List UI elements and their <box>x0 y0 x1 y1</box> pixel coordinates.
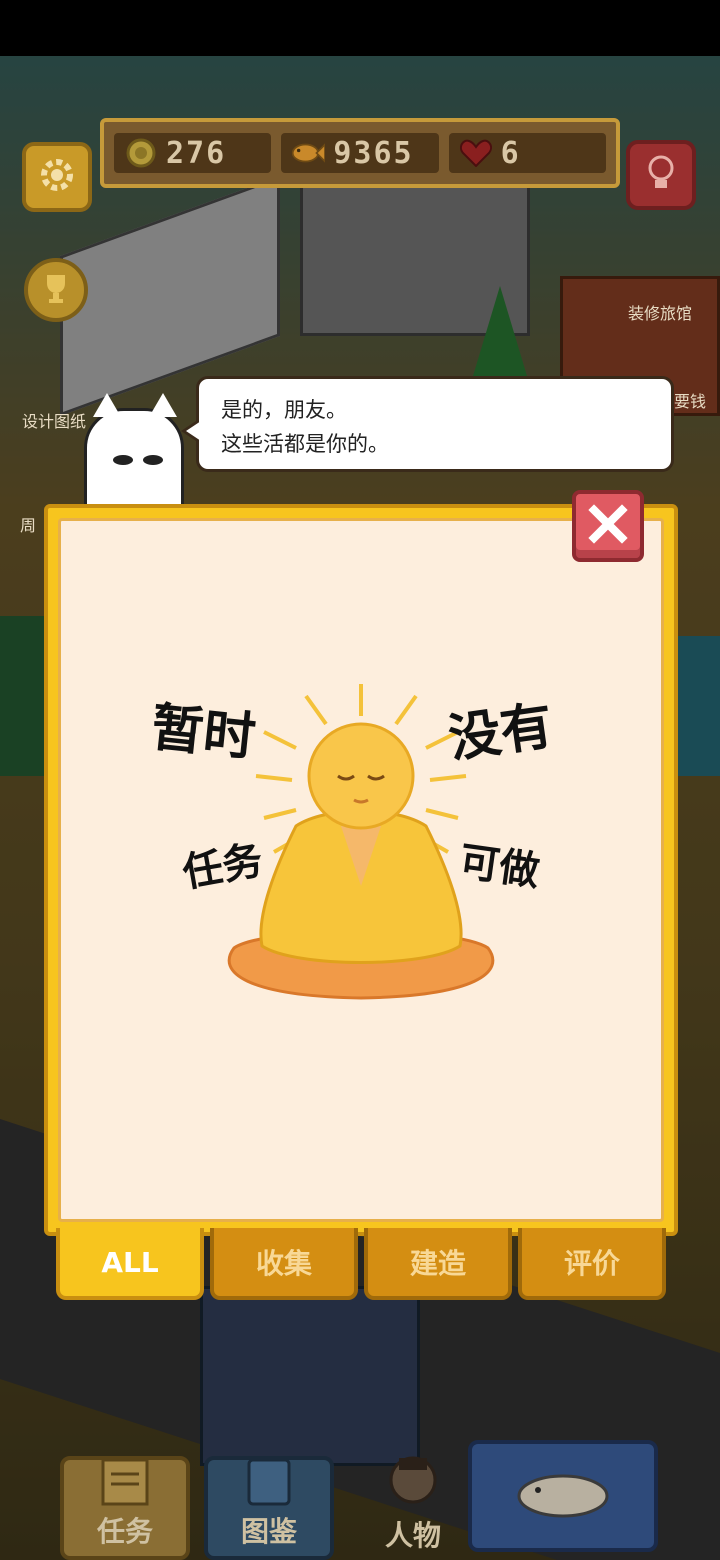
person-icon <box>383 1454 443 1514</box>
dialog-line-1: 是的，朋友。 <box>221 398 347 422</box>
dialog-line-2: 这些活都是你的。 <box>221 432 389 456</box>
close-button[interactable] <box>572 490 644 562</box>
nav-characters-label: 人物 <box>384 1519 441 1552</box>
empty-text-word-4: 可做 <box>456 837 543 896</box>
close-icon <box>588 504 628 548</box>
clipboard-icon <box>95 1456 155 1510</box>
week-label[interactable]: 周 <box>20 512 36 536</box>
hint-button[interactable] <box>626 140 696 210</box>
trophy-button[interactable] <box>24 258 88 322</box>
coins-value: 276 <box>166 135 227 171</box>
resource-bar: 276 9365 6 <box>100 118 620 188</box>
tab-build[interactable]: 建造 <box>364 1228 512 1300</box>
tab-all[interactable]: ALL <box>56 1228 204 1300</box>
tab-rating[interactable]: 评价 <box>518 1228 666 1300</box>
decorate-hotel-label[interactable]: 装修旅馆 <box>628 300 692 324</box>
book-icon <box>239 1456 299 1510</box>
nav-collection[interactable]: 图鉴 <box>204 1456 334 1560</box>
trophy-icon <box>39 271 73 309</box>
hearts-value: 6 <box>500 135 521 171</box>
tab-collect[interactable]: 收集 <box>210 1228 358 1300</box>
nav-characters[interactable]: 人物 <box>348 1456 478 1560</box>
hearts-counter: 6 <box>448 133 606 173</box>
featured-seal-button[interactable] <box>468 1440 658 1552</box>
nav-tasks[interactable]: 任务 <box>60 1456 190 1560</box>
fish-value: 9365 <box>333 135 414 171</box>
speech-bubble: 是的，朋友。 这些活都是你的。 <box>181 376 674 472</box>
task-filter-tabs: ALL 收集 建造 评价 <box>52 1228 668 1304</box>
bottom-nav: 任务 图鉴 人物 <box>40 1436 680 1560</box>
design-blueprint-label[interactable]: 设计图纸 <box>22 408 86 432</box>
fish-icon <box>291 139 326 167</box>
status-bar <box>0 0 720 56</box>
heart-icon <box>459 139 493 167</box>
lightbulb-icon <box>643 153 679 197</box>
nav-collection-label: 图鉴 <box>240 1515 297 1548</box>
coins-counter: 276 <box>114 133 272 173</box>
settings-button[interactable] <box>22 142 92 212</box>
coin-icon <box>124 138 158 168</box>
fish-counter: 9365 <box>281 133 439 173</box>
nav-tasks-label: 任务 <box>96 1515 153 1548</box>
empty-text-word-1: 暂时 <box>148 696 259 769</box>
cat-character <box>84 393 184 518</box>
empty-text-word-2: 没有 <box>444 695 557 770</box>
gear-icon <box>37 155 77 199</box>
seal-icon <box>508 1464 618 1528</box>
money-label[interactable]: 要钱 <box>674 388 706 412</box>
